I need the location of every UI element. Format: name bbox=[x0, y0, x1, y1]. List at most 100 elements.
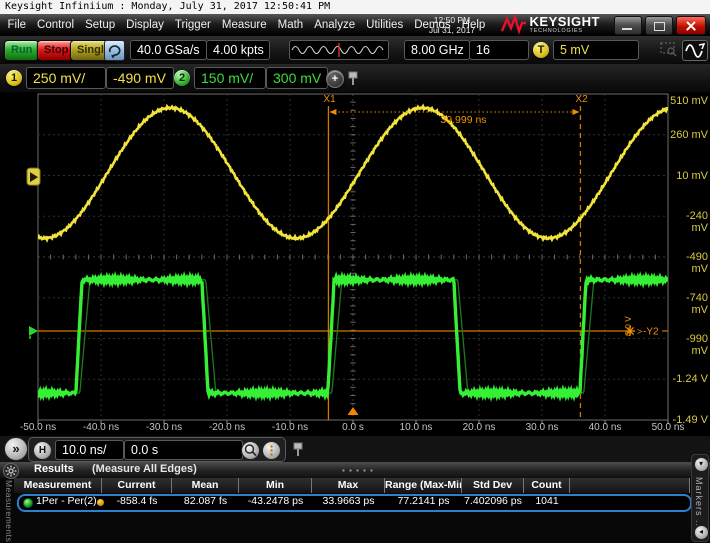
channel-1-offset-field[interactable]: -490 mV bbox=[106, 67, 174, 89]
menu-measure[interactable]: Measure bbox=[216, 19, 272, 31]
results-header: Results (Measure All Edges) bbox=[0, 462, 710, 478]
acquisition-count-field[interactable]: 16 bbox=[469, 40, 529, 60]
run-button[interactable]: Run bbox=[4, 40, 39, 61]
gear-icon[interactable] bbox=[3, 463, 19, 479]
y-tick-label: -490 mV bbox=[668, 251, 708, 275]
oscilloscope-app: Keysight Infiniium : Monday, July 31, 20… bbox=[0, 0, 710, 543]
delta-time-label: 39.999 ns bbox=[440, 114, 486, 126]
markers-side-tab[interactable]: ▾ Markers ... ◂ bbox=[691, 454, 709, 542]
column-header-count[interactable]: Count bbox=[524, 478, 570, 493]
measurement-count: 1041 bbox=[524, 495, 570, 508]
y-tick-label: -1.24 V bbox=[668, 373, 708, 385]
x-tick-label: 50.0 ns bbox=[652, 422, 685, 433]
pin-icon[interactable] bbox=[292, 441, 304, 457]
bandwidth-field[interactable]: 8.00 GHz bbox=[404, 40, 470, 60]
channel-1-scale-field[interactable]: 250 mV/ bbox=[26, 67, 106, 89]
measurement-mean: 82.087 fs bbox=[172, 495, 239, 508]
x-tick-label: 30.0 ns bbox=[526, 422, 559, 433]
close-button[interactable] bbox=[676, 16, 706, 35]
results-subtitle: (Measure All Edges) bbox=[92, 463, 197, 475]
scope-display: X1X239.999 ns>-Y20.0 V 510 mV260 mV10 mV… bbox=[0, 92, 710, 436]
column-header-range-max-min-[interactable]: Range (Max-Min) bbox=[385, 478, 462, 493]
pin-icon[interactable] bbox=[347, 70, 359, 86]
trigger-level-field[interactable]: 5 mV bbox=[553, 40, 639, 60]
results-panel: Results (Measure All Edges) Measurements… bbox=[0, 462, 710, 543]
measurement-name: 1Per - Per(2) bbox=[36, 495, 96, 508]
zoom-region-icon[interactable] bbox=[658, 40, 680, 59]
column-header-mean[interactable]: Mean bbox=[172, 478, 239, 493]
scroll-down-icon[interactable]: ◂ bbox=[694, 525, 709, 540]
markers-tab-label: Markers ... bbox=[694, 477, 704, 531]
scroll-up-icon[interactable]: ▾ bbox=[694, 457, 709, 472]
clock: 12:50 PM Jul 31, 2017 bbox=[422, 15, 482, 35]
brand-name: KEYSIGHT bbox=[530, 16, 600, 28]
menu-analyze[interactable]: Analyze bbox=[309, 19, 361, 31]
column-header-measurement[interactable]: Measurement bbox=[14, 478, 102, 493]
channel-2-ground-marker[interactable] bbox=[29, 326, 38, 339]
y-tick-label: 510 mV bbox=[668, 95, 708, 107]
menu-display[interactable]: Display bbox=[121, 19, 170, 31]
svg-text:>: > bbox=[637, 327, 642, 337]
zoom-button[interactable] bbox=[241, 441, 260, 460]
menu-items: FileControlSetupDisplayTriggerMeasureMat… bbox=[2, 14, 491, 36]
add-channel-button[interactable]: + bbox=[326, 70, 344, 88]
minimize-button[interactable] bbox=[614, 16, 642, 35]
measurement-min: -43.2478 ps bbox=[239, 495, 312, 508]
column-header-spacer bbox=[570, 478, 690, 493]
waveform-tool-icon[interactable] bbox=[682, 40, 708, 61]
column-header-current[interactable]: Current bbox=[102, 478, 172, 493]
memory-depth-field[interactable]: 4.00 kpts bbox=[206, 40, 270, 60]
drag-handle-dots-icon[interactable] bbox=[340, 469, 374, 472]
trigger-waveform-icon bbox=[290, 41, 388, 59]
x-tick-label: 10.0 ns bbox=[400, 422, 433, 433]
measurement-enabled-icon[interactable] bbox=[23, 498, 33, 508]
channel-toolbar: 1 250 mV/ -490 mV 2 150 mV/ 300 mV + bbox=[0, 64, 710, 92]
timebase-position-field[interactable]: 0.0 s bbox=[124, 440, 243, 460]
expand-measurements-button[interactable]: » bbox=[4, 437, 28, 461]
x-tick-label: -10.0 ns bbox=[272, 422, 308, 433]
measurement-range: 77.2141 ps bbox=[385, 495, 462, 508]
sample-rate-field[interactable]: 40.0 GSa/s bbox=[130, 40, 207, 60]
timebase-scale-field[interactable]: 10.0 ns/ bbox=[55, 440, 124, 460]
touch-cycle-icon[interactable] bbox=[104, 40, 125, 61]
x-tick-label: 40.0 ns bbox=[589, 422, 622, 433]
menu-math[interactable]: Math bbox=[272, 19, 309, 31]
menu-file[interactable]: File bbox=[2, 19, 32, 31]
channel-2-offset-field[interactable]: 300 mV bbox=[266, 67, 328, 89]
window-controls bbox=[614, 16, 706, 35]
x-tick-label: -20.0 ns bbox=[209, 422, 245, 433]
y-tick-label: 10 mV bbox=[668, 170, 708, 182]
column-header-std-dev[interactable]: Std Dev bbox=[462, 478, 524, 493]
trigger-preview[interactable] bbox=[289, 40, 389, 60]
x-tick-label: -40.0 ns bbox=[83, 422, 119, 433]
column-header-min[interactable]: Min bbox=[239, 478, 312, 493]
x-tick-label: -50.0 ns bbox=[20, 422, 56, 433]
channel-2-scale-field[interactable]: 150 mV/ bbox=[194, 67, 266, 89]
menu-trigger[interactable]: Trigger bbox=[169, 19, 216, 31]
keysight-logo: KEYSIGHT TECHNOLOGIES bbox=[501, 15, 600, 35]
x-tick-label: 20.0 ns bbox=[463, 422, 496, 433]
menu-utilities[interactable]: Utilities bbox=[361, 19, 409, 31]
channel-1-badge[interactable]: 1 bbox=[6, 70, 22, 86]
channel-2-badge[interactable]: 2 bbox=[174, 70, 190, 86]
results-left-tab[interactable]: Measurements bbox=[0, 478, 14, 543]
marker-y2-label: -Y2 bbox=[643, 327, 659, 338]
trigger-badge[interactable]: T bbox=[533, 42, 549, 58]
results-title: Results bbox=[34, 463, 74, 475]
maximize-button[interactable] bbox=[645, 16, 673, 35]
horizontal-badge[interactable]: H bbox=[33, 441, 52, 460]
marker-y2-value: 0.0 V bbox=[623, 316, 633, 336]
column-header-max[interactable]: Max bbox=[312, 478, 385, 493]
channel-1-ground-marker[interactable] bbox=[27, 168, 40, 185]
clock-time: 12:50 PM bbox=[422, 15, 482, 25]
y-tick-label: -990 mV bbox=[668, 333, 708, 357]
graticule[interactable]: X1X239.999 ns>-Y20.0 V bbox=[0, 92, 710, 436]
y-tick-label: 260 mV bbox=[668, 129, 708, 141]
acquisition-toolbar: Run Stop Single 40.0 GSa/s 4.00 kpts 8.0… bbox=[0, 36, 710, 64]
title-text: Keysight Infiniium : Monday, July 31, 20… bbox=[5, 1, 330, 12]
menu-bar: FileControlSetupDisplayTriggerMeasureMat… bbox=[0, 14, 710, 37]
intensity-button[interactable] bbox=[262, 441, 281, 460]
marker-x1-label: X1 bbox=[323, 94, 336, 105]
menu-setup[interactable]: Setup bbox=[80, 19, 121, 31]
menu-control[interactable]: Control bbox=[32, 19, 80, 31]
